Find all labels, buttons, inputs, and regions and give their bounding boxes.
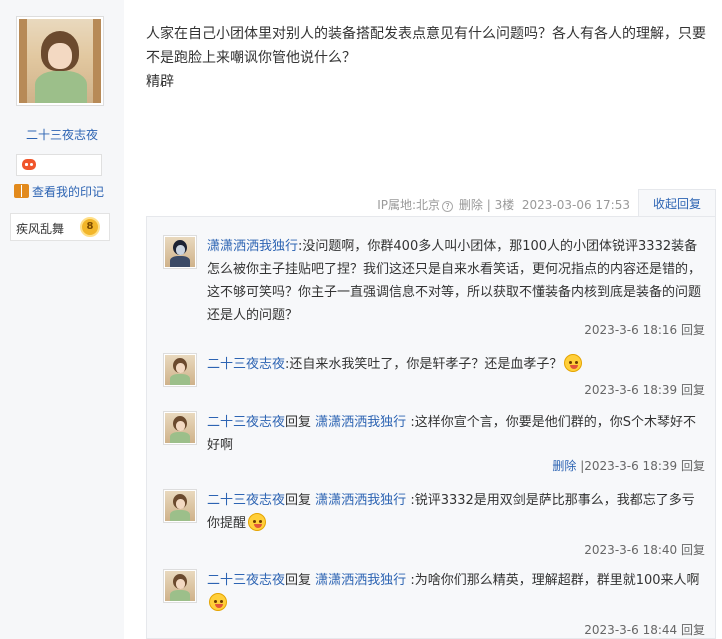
reply-avatar[interactable] [163,569,197,603]
reply-author[interactable]: 二十三夜志夜 [207,493,285,508]
reply-avatar[interactable] [163,235,197,269]
reply-meta: 2023-3-6 18:40 回复 [584,541,705,558]
level-number: 8 [80,217,100,237]
help-icon[interactable]: ? [442,201,454,212]
gamepad-icon [22,159,36,170]
level-name: 疾风乱舞 [16,222,65,236]
ip-location: IP属地:北京 [377,198,441,212]
reply-button[interactable]: 回复 [681,459,705,473]
reply-target[interactable]: 潇潇洒洒我独行 [315,573,406,588]
post-line: 不是跑脸上来嘲讽你管他说什么？ [146,50,356,66]
reply-avatar[interactable] [163,353,197,387]
reply-author[interactable]: 二十三夜志夜 [207,357,285,372]
reply-author[interactable]: 二十三夜志夜 [207,573,285,588]
reply-text: :为啥你们那么精英，理解超群，群里就100来人啊 [410,573,700,588]
user-sidebar: 二十三夜志夜 查看我的印记 疾风乱舞 8 [0,0,124,639]
level-badge[interactable]: 疾风乱舞 8 [10,213,110,241]
reply-time: 2023-3-6 18:39 [584,383,678,397]
delete-reply-link[interactable]: 删除 [552,459,576,473]
reply-button[interactable]: 回复 [681,543,705,557]
reply-word: 回复 [285,415,312,430]
reply-meta: 2023-3-6 18:39 回复 [584,381,705,398]
reply-word: 回复 [285,493,312,508]
reply-author[interactable]: 二十三夜志夜 [207,415,285,430]
delete-post-link[interactable]: 删除 [459,198,483,212]
floor-number: 3楼 [494,198,515,212]
reply-meta: 2023-3-6 18:44 回复 [584,621,705,638]
reply-button[interactable]: 回复 [681,623,705,637]
reply-list: 潇潇洒洒我独行:没问题啊，你群400多人叫小团体，那100人的小团体锐评3332… [146,216,716,639]
book-icon [14,184,29,198]
reply-target[interactable]: 潇潇洒洒我独行 [315,493,406,508]
reply-time: |2023-3-6 18:39 [580,459,678,473]
reply-avatar[interactable] [163,489,197,523]
reply-time: 2023-3-6 18:44 [584,623,678,637]
reply-meta: 删除 |2023-3-6 18:39 回复 [552,457,705,474]
reply-body: 二十三夜志夜回复 潇潇洒洒我独行 :为啥你们那么精英，理解超群，群里就100来人… [207,569,705,615]
post-meta: IP属地:北京? 删除 | 3楼 2023-03-06 17:53 [377,196,630,213]
view-my-marks-link[interactable]: 查看我的印记 [14,183,104,200]
reply-button[interactable]: 回复 [681,383,705,397]
reply-body: 二十三夜志夜回复 潇潇洒洒我独行 :这样你宣个言，你要是他们群的，你S个木琴好不… [207,411,705,457]
post-content: 人家在自己小团体里对别人的装备搭配发表点意见有什么问题吗？各人有各人的理解，只要… [146,22,708,94]
reply-target[interactable]: 潇潇洒洒我独行 [315,415,406,430]
view-my-marks-label: 查看我的印记 [32,185,105,199]
reply-body: 二十三夜志夜回复 潇潇洒洒我独行 :锐评3332是用双剑是萨比那事么，我都忘了多… [207,489,705,535]
emoji-icon [564,354,583,372]
emoji-icon [248,513,267,531]
collapse-replies-button[interactable]: 收起回复 [638,189,716,217]
reply-author[interactable]: 潇潇洒洒我独行 [207,239,298,254]
reply-meta: 2023-3-6 18:16 回复 [584,321,705,338]
reply-button[interactable]: 回复 [681,323,705,337]
reply-body: 潇潇洒洒我独行:没问题啊，你群400多人叫小团体，那100人的小团体锐评3332… [207,235,705,327]
post-line: 人家在自己小团体里对别人的装备搭配发表点意见有什么问题吗？各人有各人的理解，只要 [146,26,706,42]
avatar-image [19,19,101,103]
emoji-icon [209,593,227,611]
reply-avatar[interactable] [163,411,197,445]
post-time: 2023-03-06 17:53 [521,198,630,212]
reply-text: :还自来水我笑吐了，你是轩孝子？还是血孝子？ [285,357,563,372]
reply-time: 2023-3-6 18:40 [584,543,678,557]
reply-time: 2023-3-6 18:16 [584,323,678,337]
reply-body: 二十三夜志夜:还自来水我笑吐了，你是轩孝子？还是血孝子？ [207,353,705,376]
reply-word: 回复 [285,573,312,588]
user-name-link[interactable]: 二十三夜志夜 [0,126,124,143]
meta-separator: | [486,198,491,212]
user-avatar[interactable] [16,16,104,106]
post-line: 精辟 [146,74,174,90]
game-badge[interactable] [16,154,102,176]
